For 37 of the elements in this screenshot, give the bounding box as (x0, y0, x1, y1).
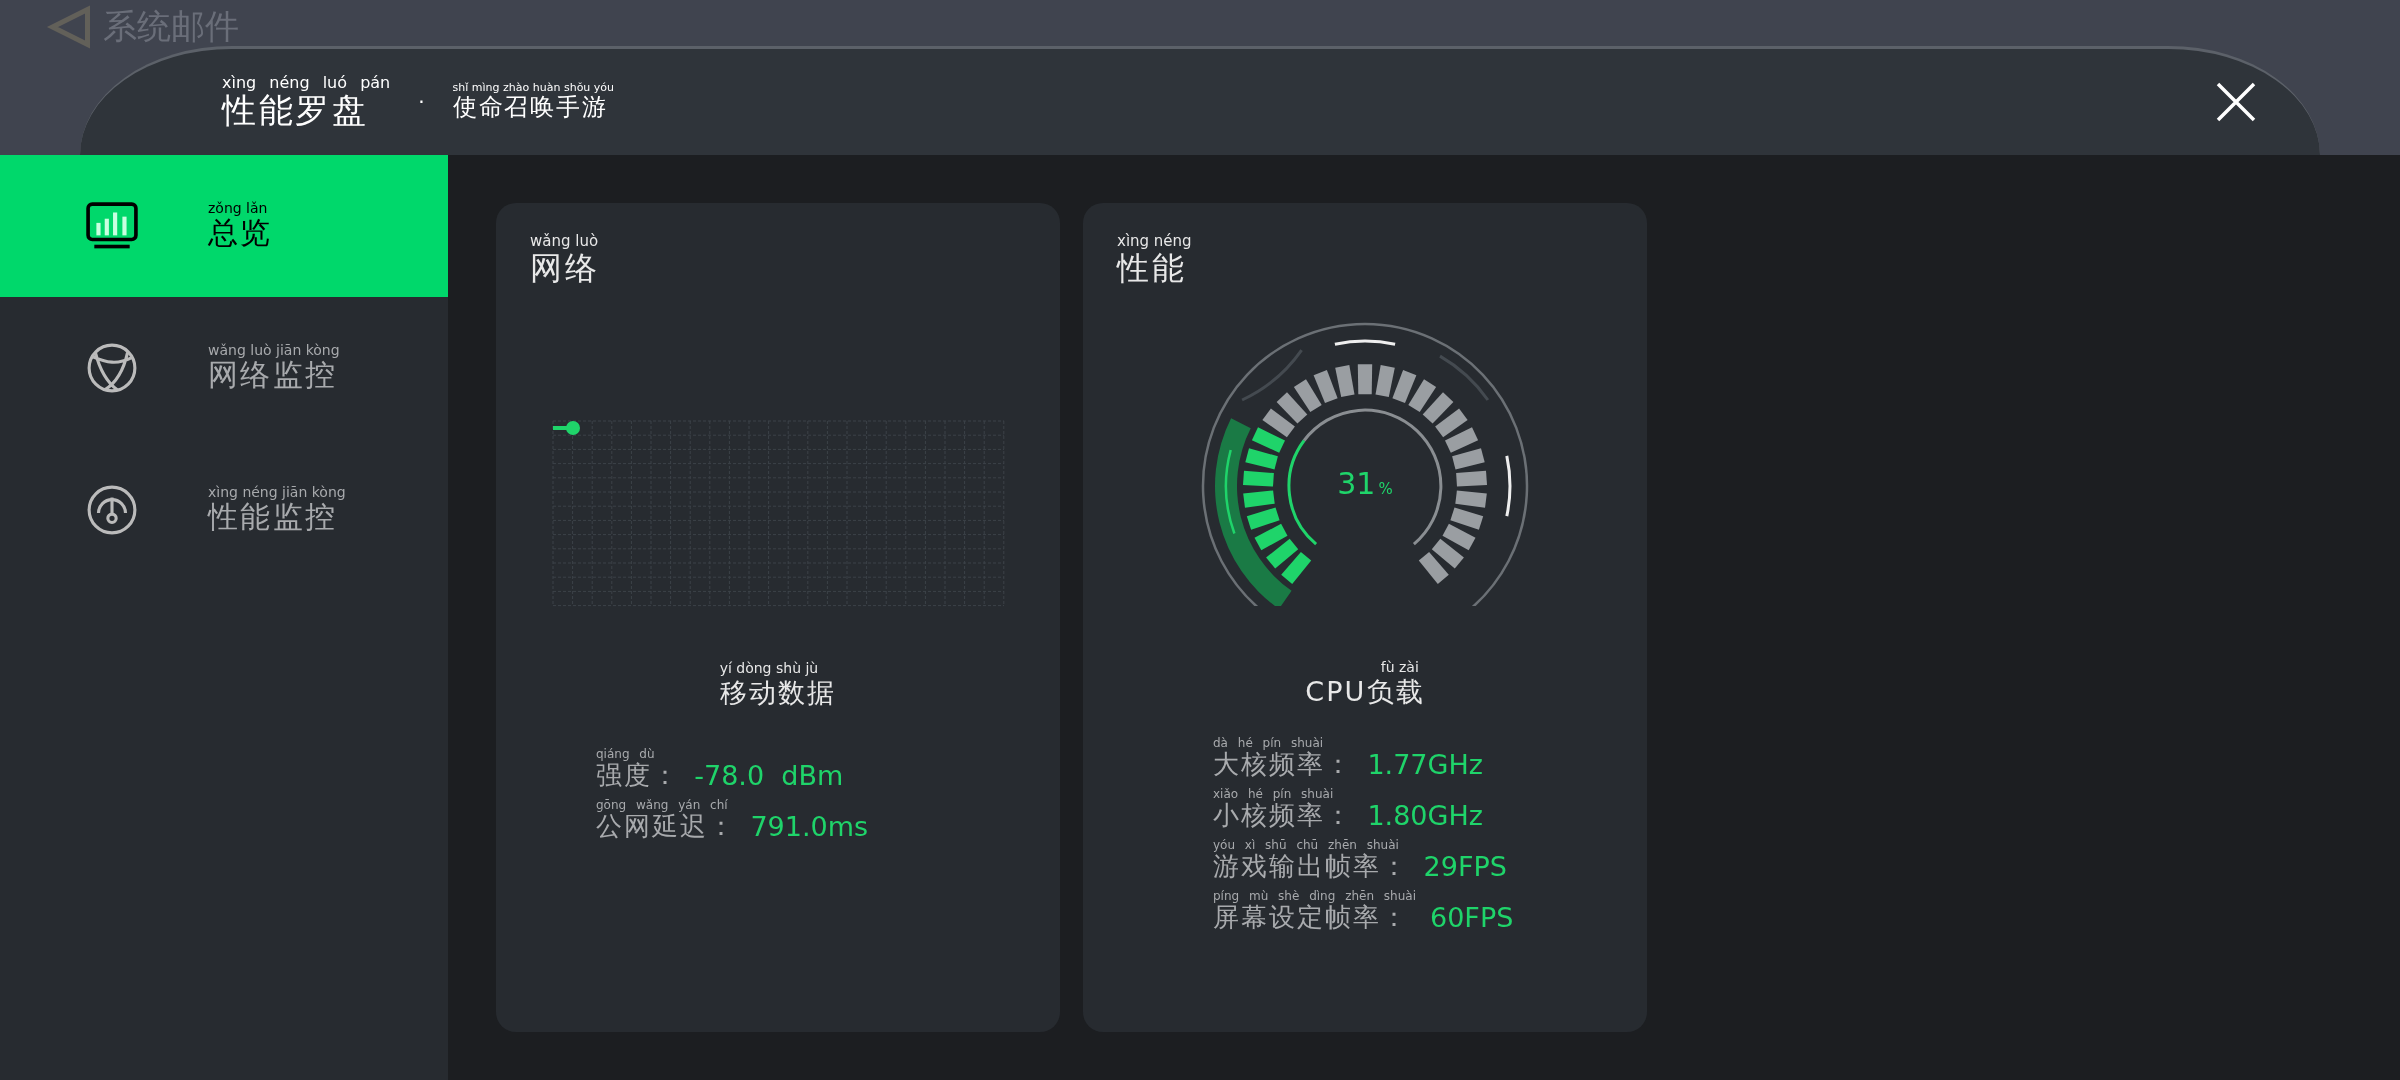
pinyin-text: fù zài (1380, 660, 1419, 676)
sidebar-item[interactable]: zǒng lǎn 总览 (0, 155, 448, 297)
pinyin-text: xiǎo hé pín shuài (1213, 787, 1334, 801)
pinyin-text: píng mù shè dìng zhēn shuài (1213, 889, 1416, 904)
stat-value: 60FPS (1430, 902, 1514, 934)
pinyin-text: gōng wǎng yán chí (596, 798, 728, 812)
pinyin-text: qiáng dù (596, 747, 655, 761)
pinyin-text: dà hé pín shuài (1213, 736, 1324, 750)
pinyin-text: yí dòng shù jù (719, 661, 819, 677)
card-title: 性能 (1117, 249, 1187, 287)
stat-value: -78.0 dBm (694, 759, 844, 791)
pinyin-text: xìng néng luó pán (222, 73, 391, 92)
pinyin-text: yóu xì shū chū zhēn shuài (1213, 838, 1399, 853)
stat-label: 强度： (596, 760, 681, 791)
stat-value: 29FPS (1423, 850, 1507, 882)
stat-value: 791.0ms (750, 810, 869, 842)
title-separator: · (418, 90, 425, 114)
stat-label: 公网延迟： (596, 812, 737, 842)
stat-label: 小核频率： (1213, 801, 1354, 831)
sidebar-item[interactable]: wǎng luò jiān kòng 网络监控 (0, 297, 448, 439)
globe-icon (86, 342, 138, 394)
card-title: 网络 (530, 249, 600, 287)
pinyin-text: wǎng luò (530, 233, 599, 250)
stat-value: 1.80GHz (1367, 799, 1483, 831)
stat-label: 游戏输出帧率： (1213, 852, 1410, 882)
pinyin-text: xìng néng (1117, 233, 1192, 250)
app-title: 性能罗盘 (222, 91, 369, 131)
stat-label: 大核频率： (1213, 749, 1354, 780)
game-name: 使命召唤手游 (452, 94, 609, 122)
stat-value: 1.77GHz (1367, 748, 1483, 780)
sidebar-item[interactable]: xìng néng jiān kòng 性能监控 (0, 439, 448, 581)
gauge-reading: 31% (1336, 466, 1394, 502)
gauge-icon (86, 484, 138, 536)
chart-label: 移动数据 (719, 676, 837, 708)
chart-label: CPU负载 (1305, 675, 1425, 707)
pinyin-text: shǐ mìng zhào huàn shǒu yóu (452, 82, 615, 95)
stat-label: 屏幕设定帧率： (1213, 903, 1410, 934)
